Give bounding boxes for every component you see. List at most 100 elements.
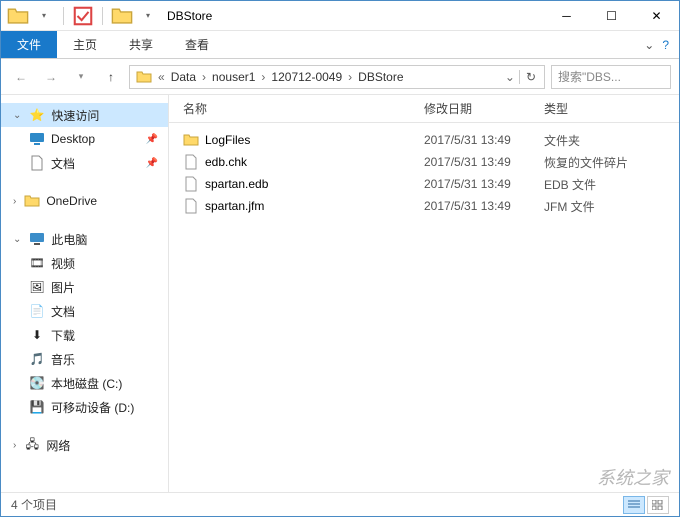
sidebar-item-label: OneDrive (46, 194, 97, 208)
window-controls: ─ ☐ ✕ (544, 1, 679, 31)
sidebar-item-videos[interactable]: 🎞 视频 (1, 251, 168, 275)
network-icon: 🖧 (24, 437, 40, 453)
chevron-right-icon[interactable]: « (156, 70, 167, 84)
sidebar-item-desktop[interactable]: Desktop 📌 (1, 127, 168, 151)
column-type[interactable]: 类型 (544, 100, 679, 117)
file-type: JFM 文件 (544, 198, 679, 215)
separator (102, 7, 103, 25)
sidebar-item-pictures[interactable]: 🖼 图片 (1, 275, 168, 299)
cloud-icon (24, 193, 40, 209)
breadcrumb-segment[interactable]: DBStore (354, 66, 407, 88)
sidebar-item-label: 视频 (51, 255, 75, 272)
sidebar-item-label: 图片 (51, 279, 75, 296)
breadcrumb-segment[interactable]: 120712-0049 (267, 66, 346, 88)
file-type: 文件夹 (544, 132, 679, 149)
titlebar: ▾ ▾ DBStore ─ ☐ ✕ (1, 1, 679, 31)
column-name[interactable]: 名称 (169, 100, 424, 117)
video-icon: 🎞 (29, 255, 45, 271)
status-item-count: 4 个项目 (11, 496, 57, 513)
chevron-right-icon[interactable]: › (259, 70, 267, 84)
file-name: spartan.edb (205, 177, 268, 191)
file-name: LogFiles (205, 133, 250, 147)
sidebar-item-documents[interactable]: 📄 文档 (1, 299, 168, 323)
breadcrumb-segment[interactable]: nouser1 (208, 66, 259, 88)
sidebar-item-label: 网络 (46, 437, 70, 454)
nav-row: ← → ▾ ↑ « Data › nouser1 › 120712-0049 ›… (1, 59, 679, 95)
sidebar-item-label: 音乐 (51, 351, 75, 368)
explorer-window: ▾ ▾ DBStore ─ ☐ ✕ 文件 主页 共享 查看 ⌄ ? ← → ▾ … (0, 0, 680, 517)
file-row[interactable]: LogFiles 2017/5/31 13:49 文件夹 (169, 129, 679, 151)
folder-icon (183, 132, 199, 148)
minimize-button[interactable]: ─ (544, 1, 589, 31)
recent-dropdown-icon[interactable]: ▾ (69, 65, 93, 89)
quick-access-toolbar: ▾ ▾ (1, 5, 159, 27)
picture-icon: 🖼 (29, 279, 45, 295)
folder-icon (132, 66, 156, 88)
sidebar-item-downloads[interactable]: ⬇下载 (1, 323, 168, 347)
download-icon: ⬇ (29, 327, 45, 343)
pin-icon: 📌 (146, 158, 158, 169)
ribbon: 文件 主页 共享 查看 ⌄ ? (1, 31, 679, 59)
file-row[interactable]: spartan.edb 2017/5/31 13:49 EDB 文件 (169, 173, 679, 195)
ribbon-file-tab[interactable]: 文件 (1, 31, 57, 58)
chevron-right-icon[interactable]: › (200, 70, 208, 84)
chevron-down-icon[interactable]: ⌄ (13, 110, 21, 121)
close-button[interactable]: ✕ (634, 1, 679, 31)
sidebar-item-label: Desktop (51, 132, 95, 146)
statusbar: 4 个项目 (1, 492, 679, 516)
file-date: 2017/5/31 13:49 (424, 133, 544, 147)
file-date: 2017/5/31 13:49 (424, 177, 544, 191)
breadcrumb-dropdown-icon[interactable]: ⌄ (505, 70, 519, 84)
drive-icon: 💽 (29, 375, 45, 391)
sidebar-item-label: 文档 (51, 155, 75, 172)
qat-dropdown-icon[interactable]: ▾ (33, 5, 55, 27)
properties-icon[interactable] (72, 5, 94, 27)
file-icon (183, 154, 199, 170)
qat-dropdown2-icon[interactable]: ▾ (137, 5, 159, 27)
ribbon-tab-view[interactable]: 查看 (169, 31, 225, 58)
breadcrumb-segment[interactable]: Data (167, 66, 200, 88)
file-type: EDB 文件 (544, 176, 679, 193)
separator (63, 7, 64, 25)
sidebar-item-label: 可移动设备 (D:) (51, 399, 134, 416)
sidebar-item-documents[interactable]: 文档 📌 (1, 151, 168, 175)
ribbon-tab-share[interactable]: 共享 (113, 31, 169, 58)
sidebar-item-drive-c[interactable]: 💽本地磁盘 (C:) (1, 371, 168, 395)
ribbon-tab-home[interactable]: 主页 (57, 31, 113, 58)
star-icon: ⭐ (29, 107, 45, 123)
maximize-button[interactable]: ☐ (589, 1, 634, 31)
sidebar-onedrive[interactable]: › OneDrive (1, 189, 168, 213)
sidebar-item-music[interactable]: 🎵音乐 (1, 347, 168, 371)
refresh-icon[interactable]: ↻ (519, 70, 542, 84)
search-input[interactable]: 搜索"DBS... (551, 65, 671, 89)
ribbon-expand-icon[interactable]: ⌄ (644, 38, 654, 52)
back-button[interactable]: ← (9, 65, 33, 89)
breadcrumb[interactable]: « Data › nouser1 › 120712-0049 › DBStore… (129, 65, 545, 89)
sidebar-item-label: 此电脑 (51, 231, 87, 248)
pc-icon (29, 231, 45, 247)
file-row[interactable]: spartan.jfm 2017/5/31 13:49 JFM 文件 (169, 195, 679, 217)
folder-small-icon[interactable] (111, 5, 133, 27)
file-date: 2017/5/31 13:49 (424, 199, 544, 213)
chevron-right-icon[interactable]: › (13, 196, 16, 207)
chevron-right-icon[interactable]: › (13, 440, 16, 451)
file-row[interactable]: edb.chk 2017/5/31 13:49 恢复的文件碎片 (169, 151, 679, 173)
details-view-button[interactable] (623, 496, 645, 514)
sidebar-this-pc[interactable]: ⌄ 此电脑 (1, 227, 168, 251)
chevron-down-icon[interactable]: ⌄ (13, 234, 21, 245)
forward-button[interactable]: → (39, 65, 63, 89)
chevron-right-icon[interactable]: › (346, 70, 354, 84)
file-date: 2017/5/31 13:49 (424, 155, 544, 169)
help-icon[interactable]: ? (662, 38, 669, 52)
file-list: LogFiles 2017/5/31 13:49 文件夹 edb.chk 201… (169, 123, 679, 492)
sidebar-quick-access[interactable]: ⌄ ⭐ 快速访问 (1, 103, 168, 127)
sidebar-item-label: 文档 (51, 303, 75, 320)
document-icon: 📄 (29, 303, 45, 319)
sidebar: ⌄ ⭐ 快速访问 Desktop 📌 文档 📌 › (1, 95, 169, 492)
column-date[interactable]: 修改日期 (424, 100, 544, 117)
icons-view-button[interactable] (647, 496, 669, 514)
sidebar-item-drive-d[interactable]: 💾可移动设备 (D:) (1, 395, 168, 419)
folder-icon[interactable] (7, 5, 29, 27)
up-button[interactable]: ↑ (99, 65, 123, 89)
sidebar-network[interactable]: › 🖧 网络 (1, 433, 168, 457)
